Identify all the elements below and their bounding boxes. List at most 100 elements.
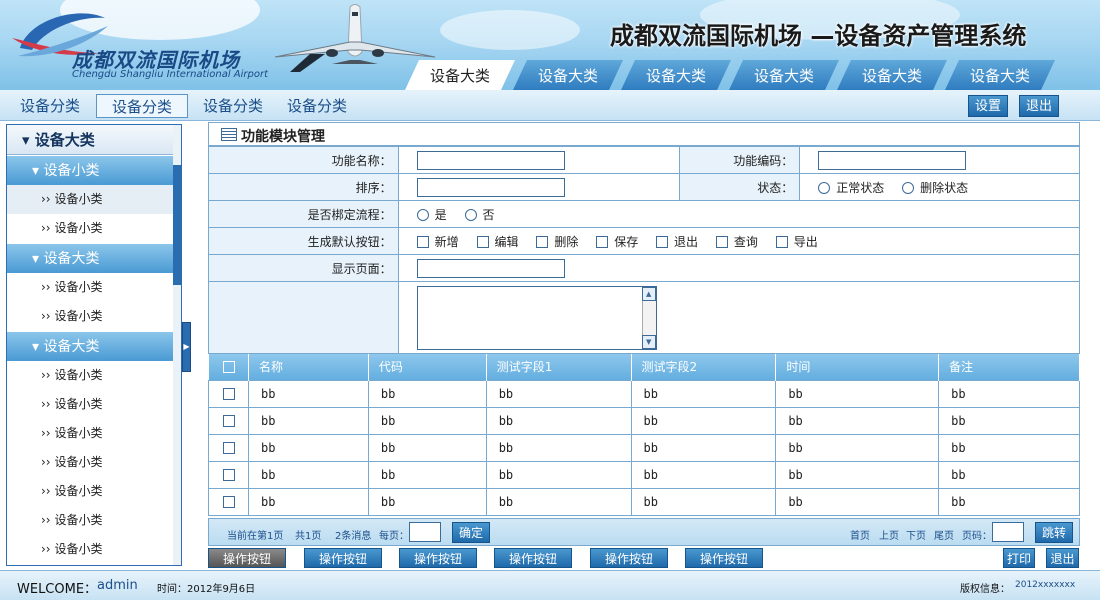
checkbox-icon[interactable] [775, 236, 788, 248]
checkbox-exit[interactable]: 退出 [656, 233, 698, 250]
column-header[interactable]: 时间 [775, 354, 940, 380]
sidebar-group-2[interactable]: ▾ 设备大类 [7, 243, 181, 273]
print-button[interactable]: 打印 [1003, 548, 1035, 568]
sidebar-item[interactable]: ›› 设备小类 [7, 302, 181, 331]
row-checkbox[interactable] [223, 415, 235, 427]
last-page-link[interactable]: 尾页 [934, 527, 954, 542]
checkbox-export[interactable]: 导出 [775, 233, 818, 250]
sidebar-title[interactable]: ▾ 设备大类 [7, 125, 181, 155]
tab-equipment-category-5[interactable]: 设备大类 [837, 60, 947, 90]
action-button[interactable]: 操作按钮 [399, 548, 477, 568]
tab-equipment-category-1[interactable]: 设备大类 [405, 60, 515, 90]
action-button[interactable]: 操作按钮 [685, 548, 763, 568]
table-cell: bb [485, 406, 632, 435]
sidebar-collapse-toggle[interactable]: ▶ [182, 322, 191, 372]
table-row[interactable]: bb bb bb bb bb bb [208, 460, 1080, 489]
subnav-item-classification-3[interactable]: 设备分类 [203, 94, 263, 118]
checkbox-icon[interactable] [416, 236, 429, 248]
radio-icon[interactable] [902, 182, 915, 194]
sidebar-item[interactable]: ›› 设备小类 [7, 419, 181, 448]
exit-button[interactable]: 退出 [1046, 548, 1079, 568]
action-button[interactable]: 操作按钮 [590, 548, 668, 568]
checkbox-icon[interactable] [536, 236, 549, 248]
function-code-input[interactable] [818, 150, 967, 170]
sidebar-item[interactable]: ›› 设备小类 [7, 214, 181, 243]
action-button[interactable]: 操作按钮 [208, 548, 286, 568]
radio-icon[interactable] [464, 209, 477, 221]
tab-equipment-category-6[interactable]: 设备大类 [945, 60, 1055, 90]
scrollbar-thumb[interactable] [173, 165, 181, 285]
table-row[interactable]: bb bb bb bb bb bb [208, 487, 1080, 516]
column-header[interactable]: 测试字段2 [631, 354, 777, 380]
checkbox-icon[interactable] [476, 236, 489, 248]
sidebar-item[interactable]: ›› 设备小类 [7, 506, 181, 535]
checkbox-save[interactable]: 保存 [596, 233, 638, 250]
display-page-input[interactable] [416, 258, 565, 278]
sidebar-item[interactable]: ›› 设备小类 [7, 535, 181, 564]
page-number-input[interactable] [992, 522, 1024, 542]
sidebar-item[interactable]: ›› 设备小类 [7, 185, 181, 214]
jump-button[interactable]: 跳转 [1035, 522, 1074, 543]
total-pages-text: 共1页 [295, 531, 322, 542]
sidebar-item[interactable]: ›› 设备小类 [7, 390, 181, 419]
function-name-input[interactable] [416, 150, 565, 170]
scroll-up-icon[interactable]: ▲ [641, 286, 656, 301]
table-row[interactable]: bb bb bb bb bb bb [208, 379, 1080, 408]
action-button[interactable]: 操作按钮 [494, 548, 572, 568]
tab-equipment-category-3[interactable]: 设备大类 [621, 60, 731, 90]
checkbox-query[interactable]: 查询 [715, 233, 758, 250]
column-header[interactable]: 代码 [368, 354, 487, 380]
table-cell: bb [485, 379, 632, 408]
row-checkbox[interactable] [223, 442, 235, 454]
radio-icon[interactable] [416, 209, 429, 221]
sidebar-item-label: 设备小类 [54, 426, 103, 440]
table-row[interactable]: bb bb bb bb bb bb [208, 406, 1080, 435]
scroll-down-icon[interactable]: ▼ [641, 334, 656, 349]
checkbox-icon[interactable] [715, 236, 728, 248]
checkbox-add[interactable]: 新增 [416, 233, 459, 250]
checkbox-delete[interactable]: 删除 [536, 233, 578, 250]
column-header[interactable]: 名称 [248, 354, 369, 380]
checkbox-icon[interactable] [596, 236, 609, 248]
per-page-input[interactable] [409, 522, 441, 542]
subnav-item-classification-2[interactable]: 设备分类 [96, 94, 189, 118]
prev-page-link[interactable]: 上页 [879, 527, 899, 542]
confirm-button[interactable]: 确定 [452, 522, 491, 543]
table-cell: bb [938, 460, 1080, 489]
sidebar-scrollbar[interactable] [173, 125, 181, 565]
status-normal-option[interactable]: 正常状态 [818, 179, 884, 196]
sidebar-item[interactable]: ›› 设备小类 [7, 448, 181, 477]
checkbox-edit[interactable]: 编辑 [476, 233, 519, 250]
column-header[interactable]: 测试字段1 [486, 354, 632, 380]
row-checkbox[interactable] [223, 469, 235, 481]
bind-flow-no-option[interactable]: 否 [464, 206, 495, 223]
sidebar-item[interactable]: ›› 设备小类 [7, 477, 181, 506]
column-header[interactable]: 备注 [938, 354, 1080, 380]
welcome-label: WELCOME： [17, 582, 98, 597]
action-button[interactable]: 操作按钮 [304, 548, 382, 568]
subnav-item-classification-1[interactable]: 设备分类 [20, 94, 80, 118]
settings-button[interactable]: 设置 [968, 95, 1009, 117]
checkbox-icon[interactable] [656, 236, 669, 248]
next-page-link[interactable]: 下页 [906, 527, 926, 542]
sidebar-group-1[interactable]: ▾ 设备小类 [7, 155, 181, 185]
table-cell: bb [775, 487, 940, 516]
description-textarea[interactable]: ▲ ▼ [416, 285, 657, 350]
sidebar-item[interactable]: ›› 设备小类 [7, 273, 181, 302]
radio-icon[interactable] [818, 182, 831, 194]
tab-equipment-category-4[interactable]: 设备大类 [729, 60, 839, 90]
table-row[interactable]: bb bb bb bb bb bb [208, 433, 1080, 462]
sidebar-item[interactable]: ›› 设备小类 [7, 361, 181, 390]
select-all-checkbox[interactable] [222, 361, 235, 374]
first-page-link[interactable]: 首页 [850, 527, 870, 542]
row-checkbox[interactable] [223, 388, 235, 400]
subnav-item-classification-4[interactable]: 设备分类 [287, 94, 347, 118]
option-label: 编辑 [494, 234, 519, 249]
logout-button[interactable]: 退出 [1019, 95, 1060, 117]
status-deleted-option[interactable]: 删除状态 [902, 179, 968, 196]
sidebar-group-3[interactable]: ▾ 设备大类 [7, 331, 181, 361]
tab-equipment-category-2[interactable]: 设备大类 [513, 60, 623, 90]
row-checkbox[interactable] [223, 496, 235, 508]
order-input[interactable] [416, 177, 565, 197]
bind-flow-yes-option[interactable]: 是 [416, 206, 447, 223]
